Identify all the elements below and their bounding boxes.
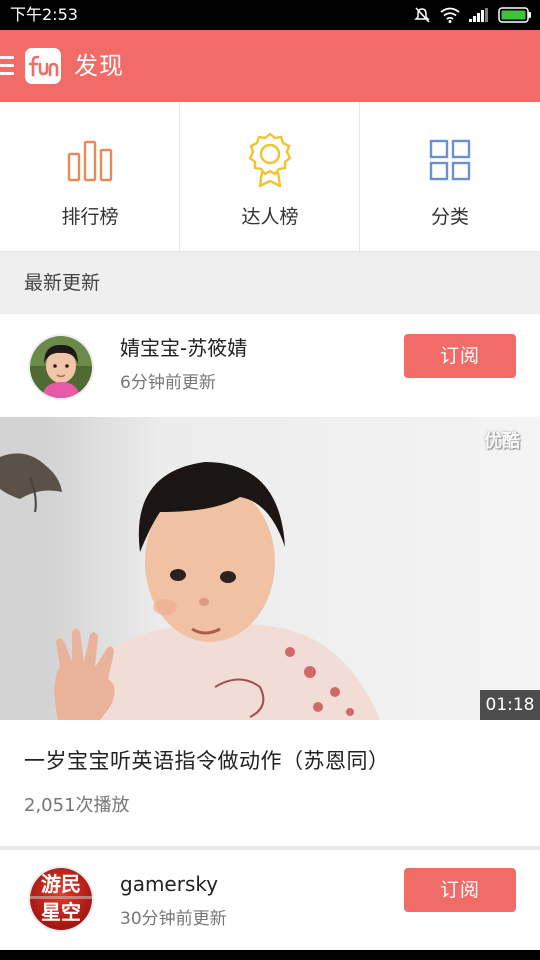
status-icons: [413, 6, 532, 24]
avatar[interactable]: [28, 334, 94, 400]
update-time: 6分钟前更新: [120, 373, 216, 393]
menu-icon[interactable]: [0, 56, 14, 76]
wifi-icon: [440, 7, 460, 23]
signal-icon: [469, 8, 489, 22]
subscribe-button[interactable]: 订阅: [404, 868, 516, 912]
category-classify[interactable]: 分类: [360, 102, 540, 252]
video-duration: 01:18: [480, 690, 540, 720]
update-time: 30分钟前更新: [120, 909, 227, 929]
channel-name[interactable]: 婧宝宝-苏筱婧: [120, 334, 247, 362]
medal-icon: [248, 132, 292, 188]
app-logo: [25, 48, 61, 84]
video-frame-image: [0, 417, 540, 720]
channel-row[interactable]: 婧宝宝-苏筱婧 6分钟前更新 订阅: [0, 314, 540, 418]
category-label: 达人榜: [241, 206, 299, 228]
play-count: 2,051次播放: [24, 795, 130, 816]
grid-category-icon: [429, 139, 471, 181]
channel-row[interactable]: 游民 星空 gamersky 30分钟前更新 订阅: [0, 850, 540, 954]
app-bar: 发现: [0, 30, 540, 102]
status-bar: 下午2:53: [0, 0, 540, 30]
battery-icon: [498, 7, 532, 23]
status-time: 下午2:53: [10, 5, 78, 24]
video-title[interactable]: 一岁宝宝听英语指令做动作（苏恩同）: [24, 746, 390, 776]
category-label: 排行榜: [61, 206, 119, 228]
video-thumbnail[interactable]: 优酷 01:18: [0, 417, 540, 720]
mute-icon: [413, 6, 431, 24]
channel-name[interactable]: gamersky: [120, 870, 218, 898]
avatar[interactable]: 游民 星空: [28, 866, 94, 932]
page-title: 发现: [74, 52, 124, 80]
fun-logo-icon: [28, 55, 59, 77]
ranking-chart-icon: [67, 140, 113, 182]
avatar-text-bottom: 星空: [41, 900, 81, 924]
avatar-text-top: 游民: [41, 872, 81, 896]
system-nav-bar: [0, 950, 540, 960]
section-header: 最新更新: [0, 252, 540, 314]
subscribe-button[interactable]: 订阅: [404, 334, 516, 378]
video-watermark: 优酷: [484, 431, 520, 452]
section-title: 最新更新: [24, 272, 101, 294]
category-label: 分类: [430, 206, 469, 228]
category-row: 排行榜 达人榜 分类: [0, 102, 540, 252]
category-ranking[interactable]: 排行榜: [0, 102, 180, 252]
category-experts[interactable]: 达人榜: [180, 102, 360, 252]
